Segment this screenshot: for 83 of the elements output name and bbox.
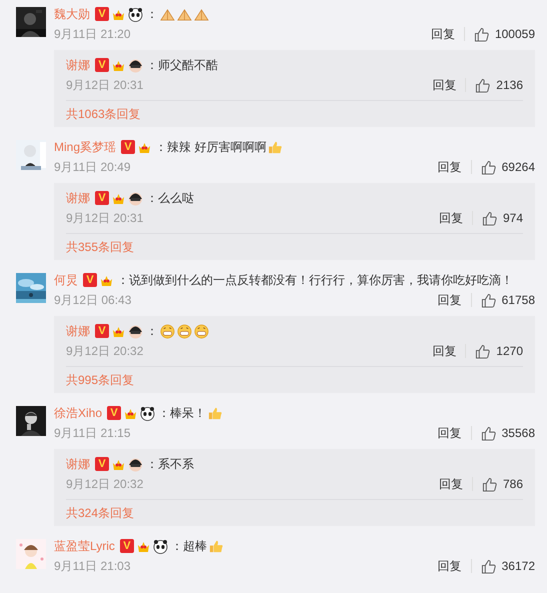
verified-badge: V	[95, 7, 109, 21]
comment-text: ：超棒	[170, 538, 207, 555]
hands-emoji-icon	[194, 6, 209, 22]
verified-badge: V	[95, 457, 109, 471]
comment-time: 9月12日 20:31	[66, 76, 144, 94]
panda-icon	[152, 538, 168, 554]
comment-text: ：系不系	[146, 456, 194, 473]
comment-time: 9月11日 21:20	[54, 26, 132, 42]
thumbs-up-emoji-icon	[268, 140, 284, 154]
comment-time: 9月11日 20:49	[54, 158, 132, 176]
verified-badge: V	[121, 140, 136, 154]
thumbs-up-icon	[475, 344, 490, 358]
head-icon	[128, 456, 143, 472]
thumbs-up-icon	[480, 426, 496, 440]
like-count: 61758	[502, 293, 535, 307]
grin-emoji-icon	[194, 324, 209, 338]
thumbs-up-icon	[474, 26, 489, 42]
thumbs-up-icon	[482, 210, 497, 226]
verified-badge: V	[95, 191, 109, 205]
comment-time: 9月12日 20:31	[66, 210, 144, 226]
like-count: 786	[502, 477, 523, 491]
user-name[interactable]: Ming奚梦瑶	[54, 138, 116, 156]
verified-badge: V	[107, 406, 122, 420]
like-count: 36172	[502, 559, 535, 573]
like-count: 2136	[496, 78, 523, 92]
more-replies-link[interactable]: 共355条回复	[66, 239, 134, 255]
comment-text: ：棒呆！	[158, 405, 206, 422]
panda-icon	[140, 406, 156, 420]
like-count: 69264	[502, 160, 535, 174]
hands-emoji-icon	[160, 6, 175, 22]
hands-emoji-icon	[177, 6, 192, 22]
comment-time: 9月11日 21:15	[54, 424, 132, 442]
thumbs-up-icon	[480, 292, 496, 308]
grin-emoji-icon	[160, 324, 175, 338]
panda-icon	[128, 6, 143, 22]
verified-badge: V	[120, 539, 134, 553]
reply-button[interactable]: 回复	[438, 558, 462, 574]
thumbs-up-icon	[480, 558, 496, 574]
thumbs-up-emoji-icon	[208, 538, 224, 554]
comment-text: ：辣辣 好厉害啊啊啊	[155, 139, 266, 156]
comment-text: ：说到做到什么的一点反转都没有！行行行，算你厉害，我请你吃好吃滴！	[117, 272, 513, 289]
user-name[interactable]: 谢娜	[66, 455, 90, 473]
head-icon	[128, 58, 143, 72]
like-count: 1270	[496, 344, 523, 358]
user-name[interactable]: 魏大勋	[54, 5, 90, 23]
comment-time: 9月11日 21:03	[54, 558, 132, 574]
thumbs-up-icon	[475, 78, 490, 92]
verified-badge: V	[83, 273, 97, 287]
more-replies-link[interactable]: 共324条回复	[66, 505, 134, 521]
like-count: 974	[502, 211, 523, 225]
comment-text: ：么么哒	[146, 190, 194, 207]
reply-button[interactable]: 回复	[438, 292, 462, 308]
reply-button[interactable]: 回复	[432, 342, 456, 360]
comment-text: ：	[146, 6, 158, 23]
user-name[interactable]: 谢娜	[66, 322, 90, 340]
more-replies-link[interactable]: 共995条回复	[66, 372, 134, 388]
thumbs-up-icon	[480, 160, 496, 174]
reply-button[interactable]: 回复	[432, 76, 456, 94]
thumbs-up-icon	[482, 476, 497, 492]
like-count: 100059	[494, 27, 535, 41]
comment-text: ：师父酷不酷	[146, 57, 218, 74]
comment-time: 9月12日 20:32	[66, 342, 144, 360]
reply-button[interactable]: 回复	[438, 158, 462, 176]
head-icon	[128, 324, 143, 338]
head-icon	[128, 190, 143, 206]
comment-time: 9月12日 20:32	[66, 476, 144, 492]
like-count: 35568	[502, 426, 535, 440]
comment-text: ：	[146, 323, 158, 340]
user-name[interactable]: 何炅	[54, 271, 78, 289]
more-replies-link[interactable]: 共1063条回复	[66, 106, 141, 122]
verified-badge: V	[95, 58, 109, 72]
thumbs-up-emoji-icon	[208, 406, 224, 420]
verified-badge: V	[95, 324, 109, 338]
reply-button[interactable]: 回复	[438, 424, 462, 442]
user-name[interactable]: 谢娜	[66, 56, 90, 74]
reply-button[interactable]: 回复	[430, 26, 455, 42]
user-name[interactable]: 谢娜	[66, 189, 90, 207]
user-name[interactable]: 徐浩Xiho	[54, 404, 102, 422]
reply-button[interactable]: 回复	[438, 476, 463, 492]
reply-button[interactable]: 回复	[438, 210, 463, 226]
comment-time: 9月12日 06:43	[54, 292, 132, 308]
grin-emoji-icon	[177, 324, 192, 338]
user-name[interactable]: 蓝盈莹Lyric	[54, 537, 115, 555]
